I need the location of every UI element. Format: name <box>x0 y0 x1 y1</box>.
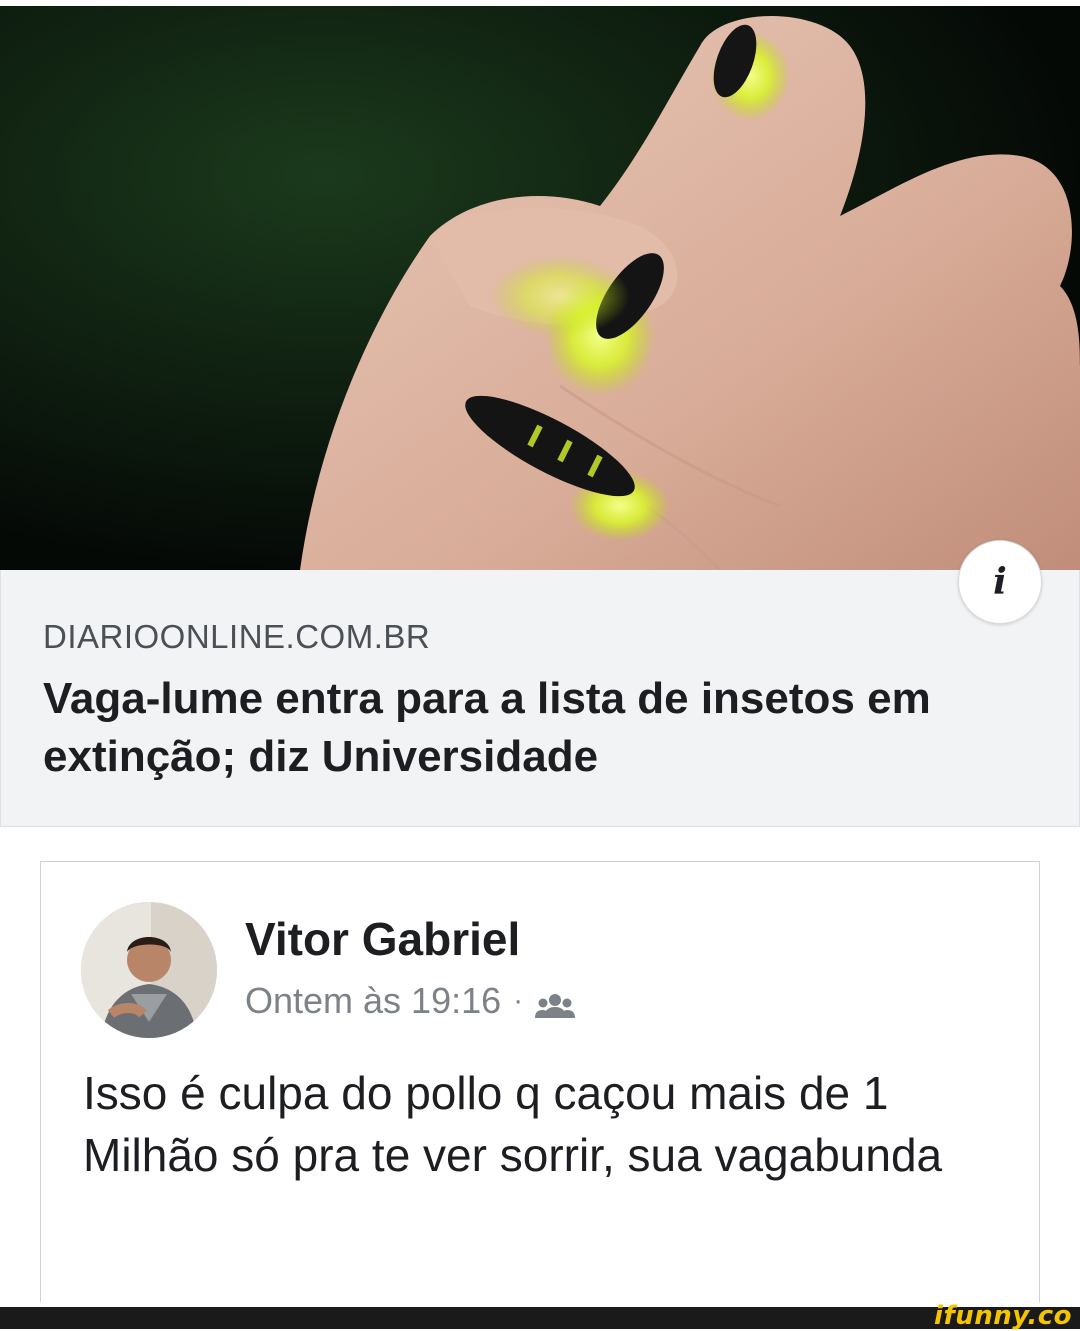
info-icon[interactable]: i <box>958 540 1042 624</box>
firefly-photo[interactable] <box>0 6 1080 570</box>
watermark-bar: ifunny.co <box>0 1301 1080 1331</box>
timestamp[interactable]: Ontem às 19:16 <box>245 980 501 1022</box>
link-headline[interactable]: Vaga-lume entra para a lista de insetos … <box>43 670 1053 786</box>
link-caption[interactable]: DIARIOONLINE.COM.BR Vaga-lume entra para… <box>0 570 1080 827</box>
author-name[interactable]: Vitor Gabriel <box>245 912 520 966</box>
link-preview-card[interactable]: DIARIOONLINE.COM.BR Vaga-lume entra para… <box>0 0 1080 828</box>
friends-icon[interactable] <box>535 987 576 1018</box>
avatar[interactable] <box>81 902 217 1038</box>
comment-post: Vitor Gabriel Ontem às 19:16 · Isso é cu… <box>40 861 1040 1302</box>
meta-separator: · <box>513 984 524 1017</box>
post-text: Isso é culpa do pollo q caçou mais de 1 … <box>83 1067 943 1181</box>
ifunny-logo: ifunny.co <box>934 1301 1072 1331</box>
post-meta: Ontem às 19:16 · <box>245 980 576 1022</box>
link-domain: DIARIOONLINE.COM.BR <box>43 618 431 655</box>
